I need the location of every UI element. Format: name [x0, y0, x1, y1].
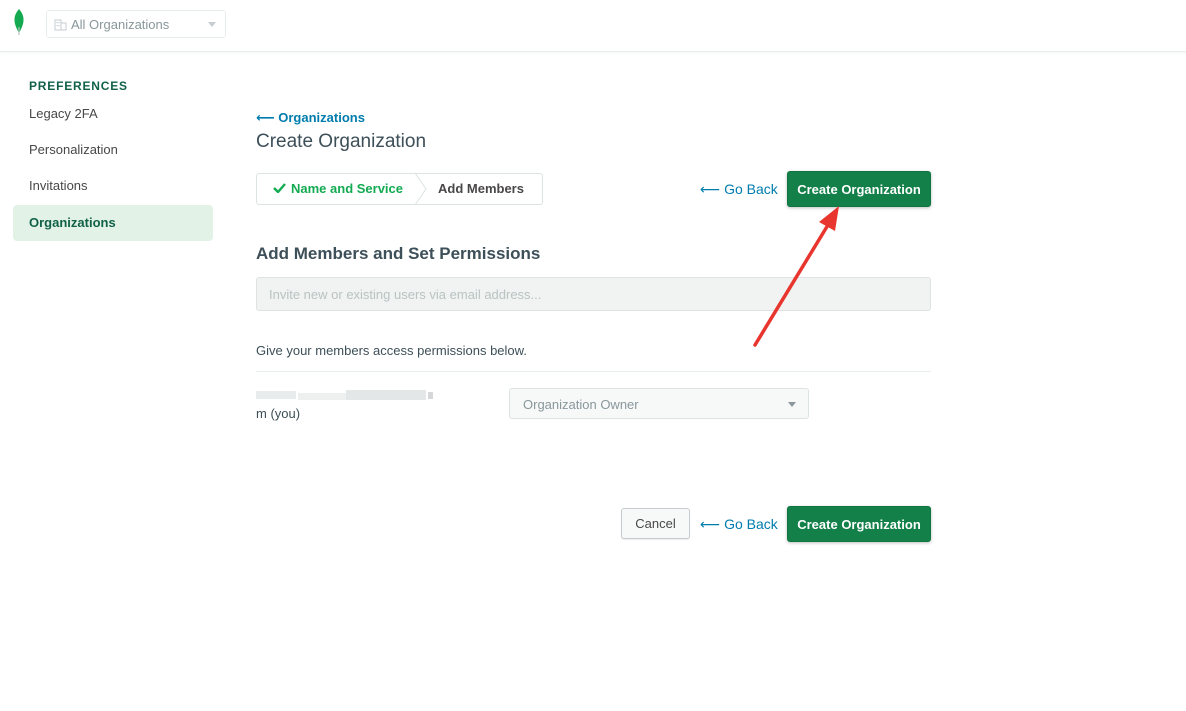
- go-back-label: Go Back: [724, 181, 778, 197]
- create-organization-button-bottom[interactable]: Create Organization: [787, 506, 931, 542]
- member-role-select[interactable]: Organization Owner: [509, 388, 809, 419]
- organization-selector-label: All Organizations: [71, 17, 170, 32]
- back-to-organizations-link[interactable]: ⟵ Organizations: [256, 110, 365, 126]
- building-icon: [54, 19, 67, 31]
- back-link-label: Organizations: [278, 110, 365, 125]
- create-organization-button-top[interactable]: Create Organization: [787, 171, 931, 207]
- arrow-left-icon: ⟵: [700, 516, 721, 532]
- step-add-members[interactable]: Add Members: [438, 174, 524, 204]
- chevron-down-icon: [208, 22, 216, 27]
- page-title: Create Organization: [256, 131, 427, 152]
- section-title: Add Members and Set Permissions: [256, 244, 541, 263]
- sidebar-item-organizations[interactable]: Organizations: [13, 205, 213, 241]
- sidebar-item-personalization[interactable]: Personalization: [13, 132, 213, 168]
- sidebar-item-legacy-2fa[interactable]: Legacy 2FA: [13, 96, 213, 132]
- invite-members-input[interactable]: [256, 277, 931, 311]
- redacted-email: [256, 390, 433, 400]
- chevron-down-icon: [788, 402, 796, 407]
- sidebar-item-invitations[interactable]: Invitations: [13, 168, 213, 204]
- go-back-link-top[interactable]: ⟵ Go Back: [700, 181, 778, 198]
- member-current-user: m (you): [256, 406, 301, 421]
- role-select-value: Organization Owner: [523, 397, 639, 412]
- step-label: Name and Service: [291, 181, 404, 196]
- mongodb-leaf-logo[interactable]: [12, 9, 26, 35]
- checkmark-icon: [273, 183, 286, 193]
- go-back-label: Go Back: [724, 516, 778, 532]
- permissions-note: Give your members access permissions bel…: [256, 343, 527, 358]
- cancel-button[interactable]: Cancel: [621, 508, 690, 539]
- arrow-left-icon: ⟵: [700, 181, 721, 197]
- top-bar: All Organizations: [0, 0, 1186, 52]
- step-separator: [415, 173, 427, 205]
- sidebar-heading: PREFERENCES: [29, 79, 128, 93]
- annotation-arrow: [753, 206, 839, 347]
- divider: [256, 371, 931, 372]
- go-back-link-bottom[interactable]: ⟵ Go Back: [700, 516, 778, 533]
- arrow-left-icon: ⟵: [256, 110, 279, 125]
- organization-selector[interactable]: All Organizations: [46, 10, 226, 38]
- step-name-and-service[interactable]: Name and Service: [257, 174, 420, 204]
- wizard-steps: Name and Service Add Members: [256, 173, 543, 205]
